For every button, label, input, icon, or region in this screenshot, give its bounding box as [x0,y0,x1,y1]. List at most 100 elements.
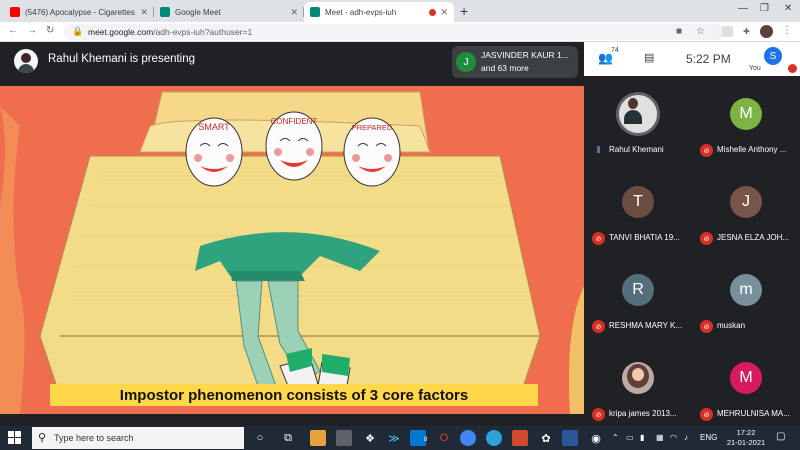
participant-tile[interactable]: M ⊘ Mishelle Anthony ... [692,84,800,171]
tray-icon[interactable]: ▭ [626,433,634,442]
menu-kebab-icon[interactable]: ⋮ [782,25,792,36]
dropbox-icon[interactable]: ❖ [362,430,378,446]
recording-icon [429,8,437,16]
mask-label-confident: CONFIDENT [271,117,318,126]
mask-label-prepared: PREPARED [352,123,393,132]
presenter-avatar [14,49,38,73]
you-label: You [749,65,761,72]
bookmark-star-icon[interactable]: ☆ [696,26,705,37]
meet-window: Rahul Khemani is presenting J JASVINDER … [0,42,800,426]
windows-start-icon[interactable] [8,431,22,445]
participant-tile[interactable]: ⊘ kripa james 2013... [584,348,692,435]
participant-avatar: T [622,186,654,218]
mail-badge: 8 [424,437,428,443]
opera-icon[interactable]: O [436,430,452,446]
language-indicator[interactable]: ENG [700,433,717,442]
participant-avatar: m [730,274,762,306]
participant-tile[interactable]: R ⊘ RESHMA MARY K... [584,260,692,347]
participant-count: 74 [611,47,619,54]
participant-avatar: M [730,362,762,394]
participant-tile[interactable]: J ⊘ JESNA ELZA JOH... [692,172,800,259]
participant-tile[interactable]: m ⊘ muskan [692,260,800,347]
self-avatar[interactable]: S [764,47,782,65]
lock-icon: 🔒 [72,26,84,36]
file-explorer-icon[interactable] [310,430,326,446]
chrome-profile-icon[interactable]: ◉ [588,430,604,446]
chrome-icon[interactable] [460,430,476,446]
participants-panel: 👥 74 ▤ 5:22 PM S You ⦀ Rahul Khemani M ⊘ Mis… [584,42,800,426]
wifi-icon[interactable]: ◠ [670,433,677,442]
taskbar-clock[interactable]: 17:22 21-01-2021 [726,428,766,448]
participant-tile[interactable]: M ⊘ MEHRULNISA MA... [692,348,800,435]
tab-youtube[interactable]: (5476) Apocalypse - Cigarettes A ✕ [4,2,154,22]
puzzle-icon[interactable]: ✚ [741,26,752,37]
mic-active-icon: ⦀ [596,145,601,155]
extension-icon[interactable] [722,26,733,37]
participant-avatar: J [730,186,762,218]
join-avatar: J [456,52,476,72]
address-bar[interactable]: 🔒 meet.google.com/adh-evps-iuh?authuser=… [64,24,724,40]
participant-name: muskan [717,321,746,330]
mic-muted-icon: ⊘ [700,320,713,333]
presenter-text: Rahul Khemani is presenting [48,53,196,65]
volume-icon[interactable]: ♪ [684,433,688,442]
participant-name: RESHMA MARY K... [609,321,683,330]
cortana-icon[interactable]: ○ [252,430,268,446]
tab-label: Google Meet [175,7,221,17]
new-tab-button[interactable]: + [460,3,468,19]
notification-icon[interactable]: ▢ [776,431,785,442]
url-path: /adh-evps-iuh?authuser=1 [153,27,253,37]
participant-avatar [622,362,654,394]
url-host: meet.google.com [88,27,154,37]
minimize-icon[interactable]: — [738,3,748,14]
meet-icon [310,7,320,17]
edge-icon[interactable] [486,430,502,446]
camera-icon[interactable]: ■ [676,26,682,37]
mic-muted-icon: ⊘ [592,408,605,421]
close-window-icon[interactable]: ✕ [784,3,792,14]
word-icon[interactable] [562,430,578,446]
app-icon[interactable]: ✿ [538,430,554,446]
battery-icon[interactable]: ▮ [640,433,644,442]
participant-name: Mishelle Anthony ... [717,145,787,154]
search-icon: ⚲ [38,432,47,444]
meet-header: 👥 74 ▤ 5:22 PM S You [584,42,800,76]
participant-tile[interactable]: T ⊘ TANVI BHATIA 19... [584,172,692,259]
browser-tab-strip: (5476) Apocalypse - Cigarettes A ✕ Googl… [0,0,800,22]
participant-name: JESNA ELZA JOH... [717,233,790,242]
tab-google-meet[interactable]: Google Meet ✕ [154,2,304,22]
tray-up-icon[interactable]: ⌃ [612,433,619,442]
maximize-icon[interactable]: ❐ [760,3,769,14]
search-placeholder: Type here to search [54,433,134,443]
close-icon[interactable]: ✕ [290,7,298,18]
taskbar-search[interactable]: ⚲ Type here to search [32,427,244,449]
presentation-slide: SMART CONFIDENT PREPARED Impostor phenom… [0,86,584,414]
profile-avatar[interactable] [760,25,773,38]
mic-muted-icon: ⊘ [700,144,713,157]
forward-icon[interactable]: → [27,25,37,36]
reload-icon[interactable]: ↻ [46,25,54,36]
taskbar-time: 17:22 [736,428,756,437]
task-view-icon[interactable]: ⧉ [280,430,296,446]
browser-toolbar: ← → ↻ 🔒 meet.google.com/adh-evps-iuh?aut… [0,22,800,42]
participant-name: Rahul Khemani [609,145,664,154]
participant-tile[interactable]: ⦀ Rahul Khemani [584,84,692,171]
tab-label: (5476) Apocalypse - Cigarettes A [25,7,137,17]
meeting-clock: 5:22 PM [686,52,731,66]
participant-name: TANVI BHATIA 19... [609,233,680,242]
youtube-icon [10,7,20,17]
url-text: meet.google.com/adh-evps-iuh?authuser=1 [88,27,252,37]
store-icon[interactable] [336,430,352,446]
taskbar-date: 21-01-2021 [726,438,766,447]
close-icon[interactable]: ✕ [140,7,148,18]
network-icon[interactable]: ▦ [656,433,664,442]
chat-icon[interactable]: ▤ [644,51,654,64]
back-icon[interactable]: ← [8,25,18,36]
vscode-icon[interactable]: ≫ [386,430,402,446]
join-notification[interactable]: J JASVINDER KAUR 1... and 63 more [452,46,578,78]
powerpoint-icon[interactable] [512,430,528,446]
tab-meet-active[interactable]: Meet - adh-evps-iuh ✕ [304,2,454,22]
meet-icon [160,7,170,17]
close-icon[interactable]: ✕ [440,7,448,18]
mic-muted-icon: ⊘ [592,232,605,245]
